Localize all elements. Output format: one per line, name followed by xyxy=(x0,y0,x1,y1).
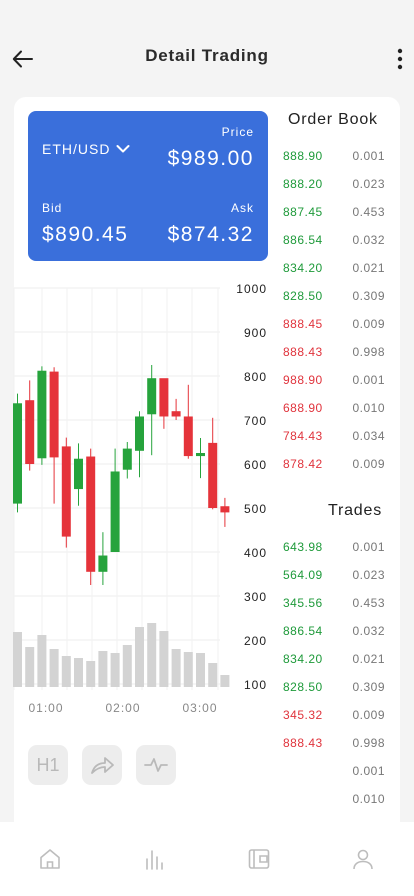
order-book-quantity: 0.010 xyxy=(352,401,385,415)
share-icon xyxy=(91,757,114,774)
bid-label: Bid xyxy=(42,201,63,215)
order-book-quantity: 0.453 xyxy=(352,205,385,219)
trade-row[interactable]: 888.43 0.998 xyxy=(283,736,385,756)
trade-quantity: 0.021 xyxy=(352,652,385,666)
trade-quantity: 0.032 xyxy=(352,624,385,638)
trade-price: 888.43 xyxy=(283,736,323,750)
bottom-nav xyxy=(0,822,414,896)
order-book-quantity: 0.001 xyxy=(352,149,385,163)
price-label: Price xyxy=(221,125,254,139)
trade-row[interactable]: 643.98 0.001 xyxy=(283,540,385,560)
order-book-row[interactable]: 886.54 0.032 xyxy=(283,233,385,253)
pulse-button[interactable] xyxy=(136,745,176,785)
trade-quantity: 0.001 xyxy=(352,540,385,554)
order-book-price: 828.50 xyxy=(283,289,323,303)
order-book-row[interactable]: 888.90 0.001 xyxy=(283,149,385,169)
order-book-price: 688.90 xyxy=(283,401,323,415)
bid-value: $890.45 xyxy=(42,223,129,246)
order-book-price: 887.45 xyxy=(283,205,323,219)
trade-quantity: 0.009 xyxy=(352,708,385,722)
trade-quantity: 0.998 xyxy=(352,736,385,750)
order-book-quantity: 0.998 xyxy=(352,345,385,359)
order-book-price: 784.43 xyxy=(283,429,323,443)
nav-wallet[interactable] xyxy=(246,846,272,872)
header: Detail Trading xyxy=(0,0,414,100)
timeframe-button[interactable]: H1 xyxy=(28,745,68,785)
nav-profile[interactable] xyxy=(350,846,376,872)
order-book-quantity: 0.309 xyxy=(352,289,385,303)
trade-row[interactable]: 886.54 0.032 xyxy=(283,624,385,644)
trade-row[interactable]: 345.56 0.453 xyxy=(283,596,385,616)
chart-icon xyxy=(146,850,163,870)
order-book-row[interactable]: 834.20 0.021 xyxy=(283,261,385,281)
trade-price: 345.56 xyxy=(283,596,323,610)
order-book-row[interactable]: 988.90 0.001 xyxy=(283,373,385,393)
trade-price: 886.54 xyxy=(283,624,323,638)
ask-label: Ask xyxy=(230,201,254,215)
order-book-quantity: 0.009 xyxy=(352,317,385,331)
trade-row[interactable]: 834.20 0.021 xyxy=(283,652,385,672)
order-book-price: 878.42 xyxy=(283,457,323,471)
pulse-icon xyxy=(144,758,168,772)
trade-row[interactable]: 564.09 0.023 xyxy=(283,568,385,588)
more-vertical-icon xyxy=(397,48,403,70)
trade-quantity: 0.001 xyxy=(352,764,385,778)
trade-price: 828.50 xyxy=(283,680,323,694)
trade-quantity: 0.023 xyxy=(352,568,385,582)
trades-title: Trades xyxy=(328,502,383,519)
order-book-row[interactable]: 888.45 0.009 xyxy=(283,317,385,337)
order-book-price: 988.90 xyxy=(283,373,323,387)
trade-row[interactable]: 0.001 xyxy=(283,764,385,784)
price-value: $989.00 xyxy=(167,147,254,170)
order-book-row[interactable]: 888.43 0.998 xyxy=(283,345,385,365)
trade-quantity: 0.453 xyxy=(352,596,385,610)
trade-price: 643.98 xyxy=(283,540,323,554)
timeframe-label: H1 xyxy=(36,754,60,775)
wallet-icon xyxy=(248,849,270,869)
order-book-quantity: 0.023 xyxy=(352,177,385,191)
pair-label: ETH/USD xyxy=(42,141,111,157)
order-book-quantity: 0.009 xyxy=(352,457,385,471)
order-book-quantity: 0.034 xyxy=(352,429,385,443)
order-book-price: 834.20 xyxy=(283,261,323,275)
trade-price: 564.09 xyxy=(283,568,323,582)
nav-home[interactable] xyxy=(37,846,63,872)
ask-value: $874.32 xyxy=(167,223,254,246)
order-book-row[interactable]: 888.20 0.023 xyxy=(283,177,385,197)
order-book-row[interactable]: 688.90 0.010 xyxy=(283,401,385,421)
order-book-quantity: 0.001 xyxy=(352,373,385,387)
order-book-price: 886.54 xyxy=(283,233,323,247)
order-book-row[interactable]: 887.45 0.453 xyxy=(283,205,385,225)
trade-row[interactable]: 828.50 0.309 xyxy=(283,680,385,700)
profile-icon xyxy=(353,849,373,870)
share-button[interactable] xyxy=(82,745,122,785)
trade-row[interactable]: 345.32 0.009 xyxy=(283,708,385,728)
home-icon xyxy=(40,849,60,869)
price-card: ETH/USD Price $989.00 Bid $890.45 Ask $8… xyxy=(28,111,268,261)
order-book-row[interactable]: 784.43 0.034 xyxy=(283,429,385,449)
order-book-price: 888.43 xyxy=(283,345,323,359)
nav-chart[interactable] xyxy=(141,846,167,872)
chevron-down-icon xyxy=(116,145,130,153)
order-book-price: 888.20 xyxy=(283,177,323,191)
trade-row[interactable]: 0.010 xyxy=(283,792,385,812)
order-book-row[interactable]: 828.50 0.309 xyxy=(283,289,385,309)
order-book-title: Order Book xyxy=(288,111,378,128)
order-book-price: 888.45 xyxy=(283,317,323,331)
trade-quantity: 0.010 xyxy=(352,792,385,806)
pair-selector[interactable]: ETH/USD xyxy=(42,141,130,157)
order-book-price: 888.90 xyxy=(283,149,323,163)
trade-quantity: 0.309 xyxy=(352,680,385,694)
order-book-quantity: 0.021 xyxy=(352,261,385,275)
trade-price: 345.32 xyxy=(283,708,323,722)
order-book-quantity: 0.032 xyxy=(352,233,385,247)
more-button[interactable] xyxy=(388,44,412,74)
order-book-row[interactable]: 878.42 0.009 xyxy=(283,457,385,477)
trade-price: 834.20 xyxy=(283,652,323,666)
page-title: Detail Trading xyxy=(145,46,269,65)
